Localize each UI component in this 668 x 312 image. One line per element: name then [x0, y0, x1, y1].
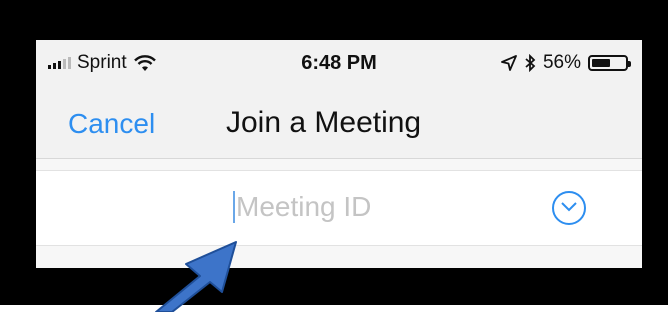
battery-percent: 56% [542, 52, 581, 73]
phone-screen: Sprint 6:48 PM 56% Cancel Join a Meeting [36, 40, 642, 268]
bluetooth-icon [525, 54, 536, 72]
location-arrow-icon [501, 55, 517, 71]
chevron-down-circle-icon[interactable] [552, 191, 586, 225]
battery-icon [588, 55, 631, 71]
cancel-button[interactable]: Cancel [68, 108, 155, 140]
navigation-bar: Cancel Join a Meeting [36, 86, 642, 159]
status-bar: Sprint 6:48 PM 56% [36, 40, 642, 86]
battery-level [592, 59, 610, 67]
meeting-id-input[interactable] [236, 185, 496, 229]
page-title: Join a Meeting [226, 106, 422, 139]
meeting-id-row [36, 170, 642, 246]
text-cursor [233, 191, 235, 223]
status-right-group: 56% [501, 52, 631, 74]
pointer-arrow-icon [155, 241, 237, 312]
